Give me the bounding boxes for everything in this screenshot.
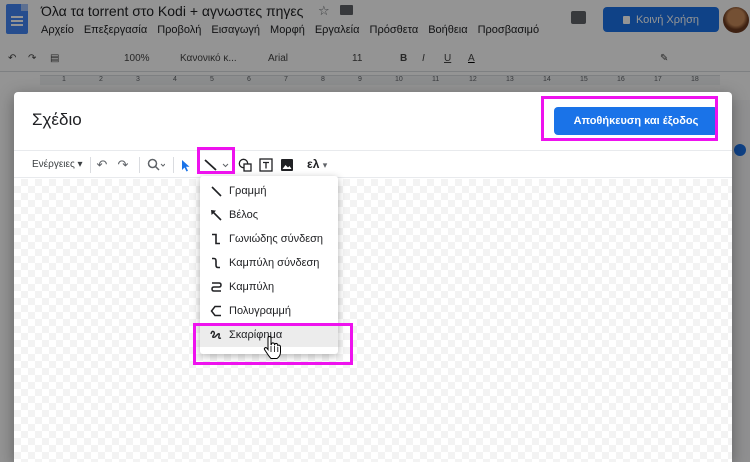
menu-item-label: Καμπύλη — [229, 281, 275, 293]
drawing-toolbar: Ενέργειες ▾ ↶ ↷ ελ ▾ — [14, 150, 732, 178]
menu-item-curve[interactable]: Καμπύλη — [200, 275, 338, 299]
word-art-icon[interactable]: ελ ▾ — [307, 157, 327, 171]
zoom-icon[interactable] — [144, 156, 168, 174]
select-cursor-icon[interactable] — [178, 156, 194, 174]
menu-item-label: Πολυγραμμή — [229, 305, 292, 317]
drawing-dialog: Σχέδιο Αποθήκευση και έξοδος Ενέργειες ▾… — [14, 92, 732, 462]
image-icon[interactable] — [279, 156, 295, 174]
line-icon — [211, 186, 222, 197]
menu-item-label: Καμπύλη σύνδεση — [229, 257, 320, 269]
arrow-icon — [211, 210, 222, 221]
redo-icon[interactable]: ↷ — [115, 156, 131, 174]
menu-item-label: Γωνιώδης σύνδεση — [229, 233, 324, 245]
drawing-canvas[interactable] — [14, 179, 732, 462]
shape-icon[interactable] — [237, 156, 253, 174]
actions-menu[interactable]: Ενέργειες ▾ — [32, 159, 83, 170]
curve-icon — [211, 282, 222, 292]
highlight-scribble-item — [193, 323, 353, 365]
menu-item-elbow-connector[interactable]: Γωνιώδης σύνδεση — [200, 227, 338, 251]
toolbar-separator — [139, 157, 140, 173]
menu-item-curved-connector[interactable]: Καμπύλη σύνδεση — [200, 251, 338, 275]
polyline-icon — [210, 305, 221, 317]
dialog-title: Σχέδιο — [32, 110, 82, 129]
undo-icon[interactable]: ↶ — [94, 156, 110, 174]
menu-item-label: Βέλος — [229, 209, 258, 221]
actions-label: Ενέργειες — [32, 159, 75, 170]
elbow-connector-icon — [212, 233, 220, 245]
highlight-line-tool — [197, 147, 235, 174]
menu-item-line[interactable]: Γραμμή — [200, 179, 338, 203]
menu-item-polyline[interactable]: Πολυγραμμή — [200, 299, 338, 323]
toolbar-separator — [90, 157, 91, 173]
highlight-save-button — [541, 96, 718, 141]
word-art-label: ελ — [307, 157, 320, 171]
text-box-icon[interactable] — [258, 156, 274, 174]
menu-item-arrow[interactable]: Βέλος — [200, 203, 338, 227]
menu-item-label: Γραμμή — [229, 185, 267, 197]
curved-connector-icon — [212, 257, 220, 269]
toolbar-separator — [173, 157, 174, 173]
